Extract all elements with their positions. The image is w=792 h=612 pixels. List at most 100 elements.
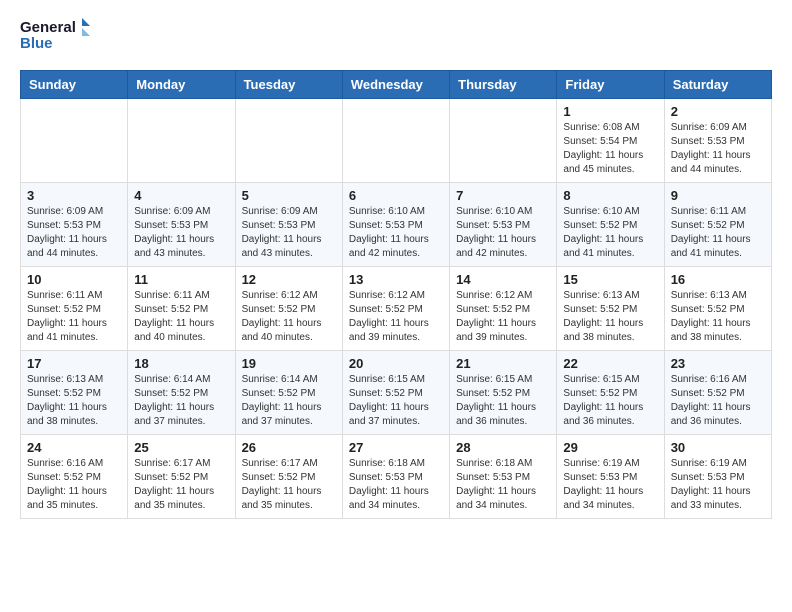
calendar-cell: 9 Sunrise: 6:11 AM Sunset: 5:52 PM Dayli… [664,183,771,267]
sunrise-text: Sunrise: 6:10 AM [456,206,532,217]
daylight-text: Daylight: 11 hours and 36 minutes. [563,402,643,427]
sunrise-text: Sunrise: 6:18 AM [349,458,425,469]
sunset-text: Sunset: 5:53 PM [349,220,423,231]
cell-content: Sunrise: 6:17 AM Sunset: 5:52 PM Dayligh… [134,457,228,513]
calendar-body: 1 Sunrise: 6:08 AM Sunset: 5:54 PM Dayli… [21,99,772,519]
svg-text:General: General [20,19,76,36]
day-number: 5 [242,188,336,203]
daylight-text: Daylight: 11 hours and 33 minutes. [671,486,751,511]
sunset-text: Sunset: 5:52 PM [671,304,745,315]
daylight-text: Daylight: 11 hours and 45 minutes. [563,150,643,175]
logo-svg: General Blue [20,16,90,58]
daylight-text: Daylight: 11 hours and 34 minutes. [563,486,643,511]
calendar-cell [128,99,235,183]
calendar-cell: 13 Sunrise: 6:12 AM Sunset: 5:52 PM Dayl… [342,267,449,351]
cell-content: Sunrise: 6:09 AM Sunset: 5:53 PM Dayligh… [27,205,121,261]
sunset-text: Sunset: 5:52 PM [27,472,101,483]
sunset-text: Sunset: 5:52 PM [134,304,208,315]
day-number: 13 [349,272,443,287]
sunrise-text: Sunrise: 6:09 AM [134,206,210,217]
sunrise-text: Sunrise: 6:17 AM [134,458,210,469]
daylight-text: Daylight: 11 hours and 42 minutes. [349,234,429,259]
sunset-text: Sunset: 5:52 PM [242,304,316,315]
sunset-text: Sunset: 5:53 PM [671,472,745,483]
cell-content: Sunrise: 6:18 AM Sunset: 5:53 PM Dayligh… [349,457,443,513]
sunset-text: Sunset: 5:52 PM [134,388,208,399]
day-number: 4 [134,188,228,203]
calendar-week-2: 3 Sunrise: 6:09 AM Sunset: 5:53 PM Dayli… [21,183,772,267]
cell-content: Sunrise: 6:11 AM Sunset: 5:52 PM Dayligh… [671,205,765,261]
calendar-week-3: 10 Sunrise: 6:11 AM Sunset: 5:52 PM Dayl… [21,267,772,351]
day-number: 1 [563,104,657,119]
day-number: 17 [27,356,121,371]
cell-content: Sunrise: 6:13 AM Sunset: 5:52 PM Dayligh… [27,373,121,429]
day-number: 27 [349,440,443,455]
calendar-cell: 25 Sunrise: 6:17 AM Sunset: 5:52 PM Dayl… [128,435,235,519]
cell-content: Sunrise: 6:16 AM Sunset: 5:52 PM Dayligh… [671,373,765,429]
calendar-cell: 15 Sunrise: 6:13 AM Sunset: 5:52 PM Dayl… [557,267,664,351]
day-number: 22 [563,356,657,371]
day-number: 10 [27,272,121,287]
calendar-header: SundayMondayTuesdayWednesdayThursdayFrid… [21,71,772,99]
weekday-header-wednesday: Wednesday [342,71,449,99]
sunset-text: Sunset: 5:52 PM [563,388,637,399]
calendar-cell [235,99,342,183]
daylight-text: Daylight: 11 hours and 40 minutes. [242,318,322,343]
day-number: 7 [456,188,550,203]
cell-content: Sunrise: 6:16 AM Sunset: 5:52 PM Dayligh… [27,457,121,513]
daylight-text: Daylight: 11 hours and 37 minutes. [134,402,214,427]
cell-content: Sunrise: 6:14 AM Sunset: 5:52 PM Dayligh… [134,373,228,429]
cell-content: Sunrise: 6:14 AM Sunset: 5:52 PM Dayligh… [242,373,336,429]
page: General Blue SundayMondayTuesdayWednesda… [0,0,792,539]
cell-content: Sunrise: 6:18 AM Sunset: 5:53 PM Dayligh… [456,457,550,513]
day-number: 26 [242,440,336,455]
cell-content: Sunrise: 6:10 AM Sunset: 5:53 PM Dayligh… [456,205,550,261]
cell-content: Sunrise: 6:15 AM Sunset: 5:52 PM Dayligh… [349,373,443,429]
calendar-cell: 29 Sunrise: 6:19 AM Sunset: 5:53 PM Dayl… [557,435,664,519]
sunrise-text: Sunrise: 6:15 AM [456,374,532,385]
sunset-text: Sunset: 5:52 PM [134,472,208,483]
sunrise-text: Sunrise: 6:19 AM [563,458,639,469]
sunrise-text: Sunrise: 6:09 AM [242,206,318,217]
cell-content: Sunrise: 6:19 AM Sunset: 5:53 PM Dayligh… [563,457,657,513]
calendar-cell: 14 Sunrise: 6:12 AM Sunset: 5:52 PM Dayl… [450,267,557,351]
day-number: 19 [242,356,336,371]
day-number: 15 [563,272,657,287]
day-number: 2 [671,104,765,119]
calendar-cell: 23 Sunrise: 6:16 AM Sunset: 5:52 PM Dayl… [664,351,771,435]
calendar-cell: 11 Sunrise: 6:11 AM Sunset: 5:52 PM Dayl… [128,267,235,351]
sunrise-text: Sunrise: 6:19 AM [671,458,747,469]
daylight-text: Daylight: 11 hours and 44 minutes. [27,234,107,259]
sunset-text: Sunset: 5:52 PM [456,388,530,399]
calendar-cell: 21 Sunrise: 6:15 AM Sunset: 5:52 PM Dayl… [450,351,557,435]
cell-content: Sunrise: 6:10 AM Sunset: 5:53 PM Dayligh… [349,205,443,261]
weekday-header-sunday: Sunday [21,71,128,99]
sunrise-text: Sunrise: 6:11 AM [27,290,102,301]
cell-content: Sunrise: 6:11 AM Sunset: 5:52 PM Dayligh… [134,289,228,345]
cell-content: Sunrise: 6:15 AM Sunset: 5:52 PM Dayligh… [456,373,550,429]
calendar-cell: 7 Sunrise: 6:10 AM Sunset: 5:53 PM Dayli… [450,183,557,267]
sunrise-text: Sunrise: 6:09 AM [27,206,103,217]
sunset-text: Sunset: 5:52 PM [242,472,316,483]
calendar-cell: 27 Sunrise: 6:18 AM Sunset: 5:53 PM Dayl… [342,435,449,519]
sunrise-text: Sunrise: 6:12 AM [242,290,318,301]
calendar-cell: 16 Sunrise: 6:13 AM Sunset: 5:52 PM Dayl… [664,267,771,351]
svg-text:Blue: Blue [20,35,53,52]
sunrise-text: Sunrise: 6:12 AM [349,290,425,301]
daylight-text: Daylight: 11 hours and 39 minutes. [456,318,536,343]
header: General Blue [20,16,772,58]
cell-content: Sunrise: 6:17 AM Sunset: 5:52 PM Dayligh… [242,457,336,513]
daylight-text: Daylight: 11 hours and 36 minutes. [671,402,751,427]
sunrise-text: Sunrise: 6:15 AM [349,374,425,385]
sunset-text: Sunset: 5:53 PM [671,136,745,147]
day-number: 16 [671,272,765,287]
sunrise-text: Sunrise: 6:11 AM [671,206,746,217]
sunset-text: Sunset: 5:52 PM [563,304,637,315]
calendar-week-4: 17 Sunrise: 6:13 AM Sunset: 5:52 PM Dayl… [21,351,772,435]
sunset-text: Sunset: 5:53 PM [456,220,530,231]
calendar-cell [21,99,128,183]
cell-content: Sunrise: 6:13 AM Sunset: 5:52 PM Dayligh… [563,289,657,345]
calendar-cell [450,99,557,183]
cell-content: Sunrise: 6:13 AM Sunset: 5:52 PM Dayligh… [671,289,765,345]
daylight-text: Daylight: 11 hours and 41 minutes. [563,234,643,259]
